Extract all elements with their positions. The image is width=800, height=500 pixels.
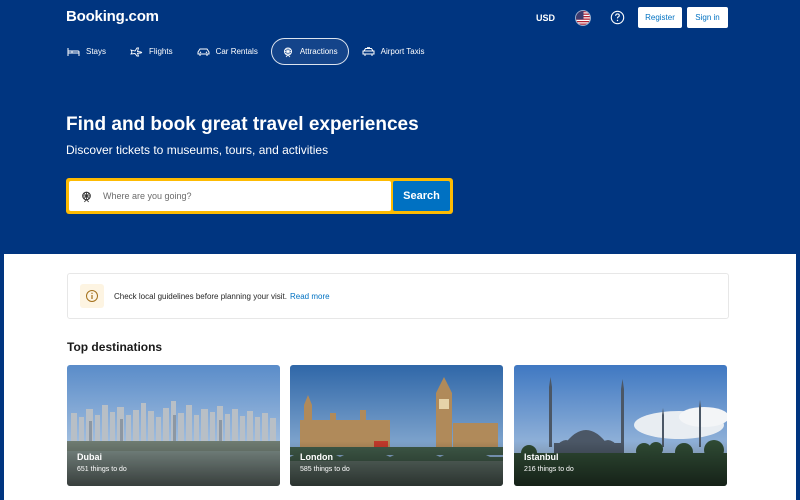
bed-icon (67, 47, 80, 56)
nav-item-attractions[interactable]: Attractions (270, 38, 349, 65)
card-count: 585 things to do (300, 466, 350, 473)
register-button[interactable]: Register (638, 7, 682, 28)
read-more-link[interactable]: Read more (290, 292, 330, 301)
language-flag-icon[interactable] (575, 10, 591, 26)
nav-item-stays[interactable]: Stays (56, 38, 117, 65)
hero-title: Find and book great travel experiences (66, 114, 419, 135)
nav-item-label: Airport Taxis (380, 47, 425, 56)
plane-icon (130, 47, 143, 56)
search-bar: Search (66, 178, 453, 214)
notice-text: Check local guidelines before planning y… (114, 291, 287, 301)
card-count: 216 things to do (524, 466, 574, 473)
search-field[interactable] (69, 181, 391, 211)
nav-item-airport-taxis[interactable]: Airport Taxis (351, 38, 436, 65)
sign-in-button[interactable]: Sign in (687, 7, 728, 28)
search-input[interactable] (103, 191, 373, 201)
attractions-icon (82, 191, 91, 202)
card-title: London (300, 452, 333, 462)
header: Booking.com USD Register Sign in Stays F… (0, 0, 800, 254)
guidelines-notice: Check local guidelines before planning y… (67, 273, 729, 319)
taxi-icon (362, 46, 375, 56)
destination-card-dubai[interactable]: Dubai 651 things to do (67, 365, 280, 486)
help-icon[interactable] (610, 10, 625, 25)
nav-item-label: Flights (149, 47, 173, 56)
info-icon (80, 284, 104, 308)
card-title: Istanbul (524, 452, 559, 462)
card-title: Dubai (77, 452, 103, 462)
card-overlay (290, 441, 503, 486)
section-title: Top destinations (67, 340, 163, 354)
destination-card-london[interactable]: London 585 things to do (290, 365, 503, 486)
nav-item-car-rentals[interactable]: Car Rentals (186, 38, 269, 65)
card-overlay (514, 441, 727, 486)
card-overlay (67, 441, 280, 486)
nav-item-label: Car Rentals (215, 47, 258, 56)
nav-item-flights[interactable]: Flights (119, 38, 184, 65)
card-count: 651 things to do (77, 466, 127, 473)
car-icon (197, 48, 210, 56)
main-content: Check local guidelines before planning y… (4, 254, 796, 500)
destination-cards: Dubai 651 things to do London 585 things… (67, 365, 729, 489)
search-button[interactable]: Search (393, 181, 450, 211)
destination-card-istanbul[interactable]: Istanbul 216 things to do (514, 365, 727, 486)
attractions-icon (283, 47, 292, 57)
nav-item-label: Stays (86, 47, 107, 56)
main-nav: Stays Flights Car Rentals Attractions Ai… (56, 38, 438, 65)
nav-item-label: Attractions (299, 47, 338, 56)
hero-subtitle: Discover tickets to museums, tours, and … (66, 143, 329, 157)
logo[interactable]: Booking.com (66, 8, 159, 26)
currency-selector[interactable]: USD (536, 11, 555, 25)
